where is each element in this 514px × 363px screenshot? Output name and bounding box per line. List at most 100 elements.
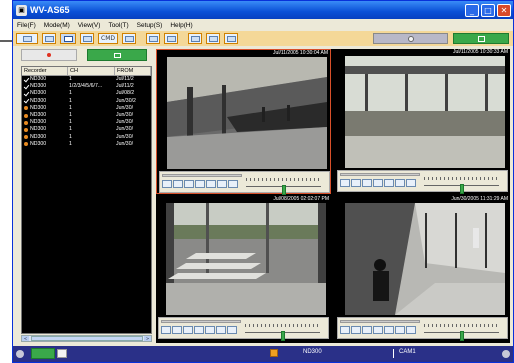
toolbar-button-camera[interactable] xyxy=(122,33,136,44)
step-forward-button[interactable] xyxy=(217,180,227,188)
camera-view-2[interactable]: Jul/11/2005 10:30:33 AM xyxy=(335,49,510,194)
menu-view[interactable]: View(V) xyxy=(78,22,101,29)
step-forward-button[interactable] xyxy=(216,326,226,334)
slider-knob[interactable] xyxy=(460,184,464,194)
fast-forward-button[interactable] xyxy=(406,326,416,334)
slider-knob[interactable] xyxy=(460,331,464,341)
pause-button[interactable] xyxy=(206,180,216,188)
rewind-button[interactable] xyxy=(162,180,172,188)
fast-forward-button[interactable] xyxy=(228,180,238,188)
toolbar-button-quad[interactable] xyxy=(42,33,56,44)
step-back-button[interactable] xyxy=(351,179,361,187)
reverse-play-button[interactable] xyxy=(184,180,194,188)
camera-video-1[interactable] xyxy=(167,57,327,169)
menu-tool[interactable]: Tool(T) xyxy=(108,22,128,29)
table-row[interactable]: ND300 1 Jun/30/ xyxy=(22,105,151,112)
table-row[interactable]: ND300 1 Jun/30/ xyxy=(22,119,151,126)
rewind-button[interactable] xyxy=(161,326,171,334)
status-left-icon[interactable] xyxy=(16,350,24,358)
quad-view-icon xyxy=(44,35,54,42)
status-device-icon[interactable] xyxy=(57,349,67,358)
scroll-thumb[interactable] xyxy=(31,336,143,341)
toolbar-button-layout1[interactable] xyxy=(146,33,160,44)
camera-view-1[interactable]: Jul/11/2005 10:30:04 AM xyxy=(156,49,331,195)
recorder-name: ND300 xyxy=(30,76,47,83)
table-row[interactable]: ND300 1 Jun/30/ xyxy=(22,126,151,133)
play-button[interactable] xyxy=(373,179,383,187)
camera-video-2[interactable] xyxy=(345,56,505,168)
toolbar-button-layout2[interactable] xyxy=(164,33,178,44)
table-row[interactable]: ND300 1/2/3/4/5/6/7... Jul/11/2 xyxy=(22,83,151,90)
step-forward-button[interactable] xyxy=(395,326,405,334)
column-header-ch[interactable]: CH xyxy=(68,67,115,75)
pause-button[interactable] xyxy=(205,326,215,334)
slider-knob[interactable] xyxy=(281,331,285,341)
table-row[interactable]: ND300 1 Jun/30/ xyxy=(22,141,151,148)
progress-bar[interactable] xyxy=(162,174,242,177)
toolbar-button-split[interactable] xyxy=(80,33,94,44)
reverse-play-button[interactable] xyxy=(362,179,372,187)
scroll-left-icon[interactable]: < xyxy=(22,336,29,341)
pause-button[interactable] xyxy=(384,179,394,187)
progress-bar[interactable] xyxy=(161,320,241,323)
step-back-button[interactable] xyxy=(351,326,361,334)
speed-slider[interactable] xyxy=(424,180,499,194)
cell-ch: 1 xyxy=(69,104,72,111)
camera-video-3[interactable] xyxy=(166,203,326,315)
record-list-button[interactable] xyxy=(21,49,77,61)
play-button[interactable] xyxy=(194,326,204,334)
status-alert-icon[interactable] xyxy=(270,349,278,357)
toolbar-button-cmd[interactable]: CMD xyxy=(98,33,118,44)
speed-slider[interactable] xyxy=(245,327,320,341)
playback-list-button[interactable] xyxy=(87,49,147,61)
status-green-button[interactable] xyxy=(31,348,55,359)
table-row[interactable]: ND300 1 Jul/08/2 xyxy=(22,90,151,97)
fast-forward-button[interactable] xyxy=(406,179,416,187)
toolbar-button-single[interactable] xyxy=(16,33,38,44)
menu-file[interactable]: File(F) xyxy=(17,22,36,29)
camera-video-4[interactable] xyxy=(345,203,505,315)
reverse-play-button[interactable] xyxy=(183,326,193,334)
title-bar[interactable]: ▣ WV-AS65 _ □ ✕ xyxy=(13,1,513,19)
horizontal-scrollbar[interactable]: < > xyxy=(21,335,152,342)
window-button[interactable] xyxy=(453,33,509,44)
step-forward-button[interactable] xyxy=(395,179,405,187)
play-button[interactable] xyxy=(195,180,205,188)
camera-view-3[interactable]: Jul/08/2005 02:02:07 PM xyxy=(156,196,331,341)
reverse-play-button[interactable] xyxy=(362,326,372,334)
progress-bar[interactable] xyxy=(340,173,420,176)
play-button[interactable] xyxy=(373,326,383,334)
minimize-button[interactable]: _ xyxy=(465,3,479,17)
status-right-icon[interactable] xyxy=(502,350,510,358)
transport-buttons xyxy=(161,326,241,336)
record-button[interactable] xyxy=(373,33,448,44)
scroll-right-icon[interactable]: > xyxy=(144,336,151,341)
rewind-button[interactable] xyxy=(340,179,350,187)
toolbar-button-monitor[interactable] xyxy=(188,33,202,44)
pause-button[interactable] xyxy=(384,326,394,334)
step-back-button[interactable] xyxy=(173,180,183,188)
camera-view-4[interactable]: Jun/30/2005 11:31:29 AM xyxy=(335,196,510,341)
table-row[interactable]: ND300 1 Jun/30/ xyxy=(22,134,151,141)
playback-controls xyxy=(158,317,329,341)
step-back-button[interactable] xyxy=(172,326,182,334)
table-row[interactable]: ND300 1 Jun/30/2 xyxy=(22,98,151,105)
menu-mode[interactable]: Mode(M) xyxy=(44,22,70,29)
column-header-from[interactable]: FROM xyxy=(115,67,151,75)
toolbar-button-sequence[interactable] xyxy=(206,33,220,44)
fast-forward-button[interactable] xyxy=(227,326,237,334)
speed-slider[interactable] xyxy=(246,181,321,195)
menu-help[interactable]: Help(H) xyxy=(170,22,192,29)
speed-slider[interactable] xyxy=(424,327,499,341)
toolbar-button-export[interactable] xyxy=(224,33,238,44)
toolbar-button-grid[interactable] xyxy=(60,33,76,44)
close-button[interactable]: ✕ xyxy=(497,3,511,17)
slider-knob[interactable] xyxy=(282,185,286,195)
rewind-button[interactable] xyxy=(340,326,350,334)
menu-setup[interactable]: Setup(S) xyxy=(137,22,163,29)
column-header-recorder[interactable]: Recorder xyxy=(22,67,68,75)
table-row[interactable]: ND300 1 Jun/30/ xyxy=(22,112,151,119)
progress-bar[interactable] xyxy=(340,320,420,323)
maximize-button[interactable]: □ xyxy=(481,3,495,17)
table-row[interactable]: ND300 1 Jul/11/2 xyxy=(22,76,151,83)
